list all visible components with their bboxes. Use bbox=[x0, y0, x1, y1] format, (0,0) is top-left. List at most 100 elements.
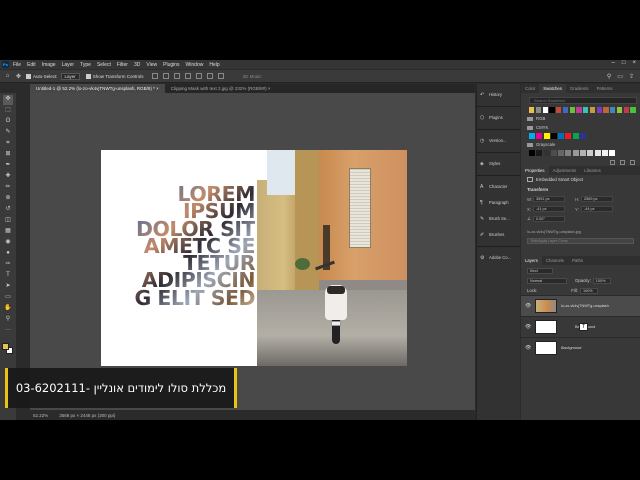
menu-file[interactable]: File bbox=[13, 62, 21, 68]
menu-view[interactable]: View bbox=[146, 62, 157, 68]
swatch-chip[interactable] bbox=[549, 107, 555, 113]
menu-window[interactable]: Window bbox=[186, 62, 204, 68]
x-field[interactable]: -41 px bbox=[533, 206, 565, 212]
quick-select-tool[interactable]: ✎ bbox=[3, 128, 13, 138]
swatch-chip[interactable] bbox=[572, 150, 579, 156]
tab-color[interactable]: Color bbox=[521, 84, 539, 93]
tab-libraries[interactable]: Libraries bbox=[580, 166, 604, 175]
move-tool[interactable]: ✥ bbox=[3, 95, 13, 105]
stamp-tool[interactable]: ⊕ bbox=[3, 194, 13, 204]
opacity-field[interactable]: 100% bbox=[592, 277, 611, 284]
delete-swatch-icon[interactable] bbox=[630, 159, 635, 165]
swatch-chip[interactable] bbox=[558, 150, 565, 156]
swatch-chip[interactable] bbox=[576, 107, 582, 113]
swatch-chip[interactable] bbox=[543, 133, 550, 139]
eyedropper-tool[interactable]: ✒ bbox=[3, 161, 13, 171]
swatch-chip[interactable] bbox=[569, 107, 575, 113]
swatch-chip[interactable] bbox=[594, 150, 601, 156]
layer-comp-button[interactable]: Edit/Apply Layer Comp bbox=[527, 238, 634, 244]
swatch-chip[interactable] bbox=[536, 150, 543, 156]
width-field[interactable]: 3591 px bbox=[533, 196, 565, 202]
minimize-button[interactable]: – bbox=[612, 60, 615, 66]
panel-paragraph[interactable]: ¶ Paragraph bbox=[477, 198, 520, 207]
maximize-button[interactable]: □ bbox=[622, 60, 626, 66]
align-left-icon[interactable] bbox=[151, 73, 158, 79]
shape-tool[interactable]: ▭ bbox=[3, 293, 13, 303]
menu-3d[interactable]: 3D bbox=[134, 62, 140, 68]
swatch-chip[interactable] bbox=[562, 107, 569, 113]
layer-row-text[interactable]: 👁 T Background bbox=[521, 316, 640, 337]
swatch-chip[interactable] bbox=[542, 107, 548, 113]
eye-icon[interactable]: 👁 bbox=[525, 324, 531, 330]
path-select-tool[interactable]: ➤ bbox=[3, 282, 13, 292]
frame-tool[interactable]: ⊠ bbox=[3, 150, 13, 160]
menu-edit[interactable]: Edit bbox=[27, 62, 36, 68]
document-canvas[interactable]: LOREM IPSUM DOLOR SIT AMETC SE TETUR ADI… bbox=[101, 150, 407, 366]
panel-adobe-color[interactable]: ⚙ Adobe Co... bbox=[477, 253, 520, 262]
fill-field[interactable]: 100% bbox=[579, 287, 598, 294]
swatch-chip[interactable] bbox=[565, 133, 572, 139]
angle-field[interactable]: 0.00° bbox=[533, 216, 565, 222]
swatch-chip[interactable] bbox=[543, 150, 550, 156]
swatch-chip[interactable] bbox=[529, 150, 535, 156]
foreground-color-swatch[interactable] bbox=[2, 343, 9, 350]
align-center-icon[interactable] bbox=[162, 73, 169, 79]
swatch-chip[interactable] bbox=[550, 133, 557, 139]
swatch-chip[interactable] bbox=[609, 150, 616, 156]
menu-type[interactable]: Type bbox=[80, 62, 91, 68]
home-icon[interactable]: ⌂ bbox=[4, 73, 11, 80]
eye-icon[interactable]: 👁 bbox=[525, 345, 531, 351]
swatch-chip[interactable] bbox=[529, 107, 535, 113]
marquee-tool[interactable]: ⬚ bbox=[3, 106, 13, 116]
gradient-tool[interactable]: ▦ bbox=[3, 227, 13, 237]
panel-plugins[interactable]: ⬡ Plugins bbox=[477, 113, 520, 122]
blur-tool[interactable]: ◉ bbox=[3, 238, 13, 248]
swatch-chip[interactable] bbox=[580, 150, 587, 156]
menu-help[interactable]: Help bbox=[209, 62, 219, 68]
zoom-level[interactable]: 52.22% bbox=[33, 413, 48, 418]
y-field[interactable]: -44 px bbox=[581, 206, 613, 212]
eye-icon[interactable]: 👁 bbox=[525, 303, 531, 309]
tab-properties[interactable]: Properties bbox=[521, 166, 549, 175]
swatch-folder-rgb[interactable]: RGB bbox=[527, 115, 637, 122]
layer-row-photo[interactable]: 👁 lo-zo-vk4vjTNWTg-unsplash bbox=[521, 295, 640, 316]
panel-version[interactable]: ◷ Version... bbox=[477, 136, 520, 145]
workspace-icon[interactable]: ▭ bbox=[617, 73, 623, 80]
crop-tool[interactable]: ⌗ bbox=[3, 139, 13, 149]
tab-swatches[interactable]: Swatches bbox=[539, 84, 566, 93]
type-tool[interactable]: T bbox=[3, 271, 13, 281]
brush-tool[interactable]: ✏ bbox=[3, 183, 13, 193]
panel-character[interactable]: A Character bbox=[477, 182, 520, 191]
tab-gradients[interactable]: Gradients bbox=[566, 84, 593, 93]
tab-channels[interactable]: Channels bbox=[542, 256, 568, 265]
panel-brushes[interactable]: ✐ Brushes bbox=[477, 230, 520, 239]
layer-kind-dropdown[interactable]: Kind bbox=[527, 267, 553, 274]
tab-paths[interactable]: Paths bbox=[568, 256, 587, 265]
swatch-chip[interactable] bbox=[556, 107, 562, 113]
align-top-icon[interactable] bbox=[184, 73, 191, 79]
tab-clipping-mask[interactable]: Clipping Mask with text 2.jpg @ 232% (RG… bbox=[165, 84, 277, 93]
close-button[interactable]: × bbox=[632, 60, 636, 66]
swatch-chip[interactable] bbox=[550, 150, 557, 156]
swatch-chip[interactable] bbox=[565, 150, 572, 156]
menu-select[interactable]: Select bbox=[97, 62, 111, 68]
panel-styles[interactable]: ◈ Styles bbox=[477, 159, 520, 168]
align-right-icon[interactable] bbox=[173, 73, 180, 79]
swatch-chip[interactable] bbox=[587, 150, 594, 156]
zoom-tool[interactable]: ⚲ bbox=[3, 315, 13, 325]
eraser-tool[interactable]: ◫ bbox=[3, 216, 13, 226]
swatch-chip[interactable] bbox=[596, 107, 602, 113]
swatch-chip[interactable] bbox=[536, 133, 543, 139]
swatch-chip[interactable] bbox=[589, 107, 596, 113]
distribute-icon[interactable] bbox=[217, 73, 224, 79]
panel-history[interactable]: ↶ History bbox=[477, 90, 520, 99]
swatch-chip[interactable] bbox=[630, 107, 636, 113]
menu-image[interactable]: Image bbox=[42, 62, 56, 68]
blend-mode-dropdown[interactable]: Normal bbox=[527, 277, 567, 284]
auto-select-checkbox[interactable] bbox=[26, 73, 31, 79]
swatch-chip[interactable] bbox=[616, 107, 623, 113]
swatch-chip[interactable] bbox=[623, 107, 629, 113]
swatch-chip[interactable] bbox=[572, 133, 579, 139]
pen-tool[interactable]: ✑ bbox=[3, 260, 13, 270]
tab-patterns[interactable]: Patterns bbox=[593, 84, 617, 93]
